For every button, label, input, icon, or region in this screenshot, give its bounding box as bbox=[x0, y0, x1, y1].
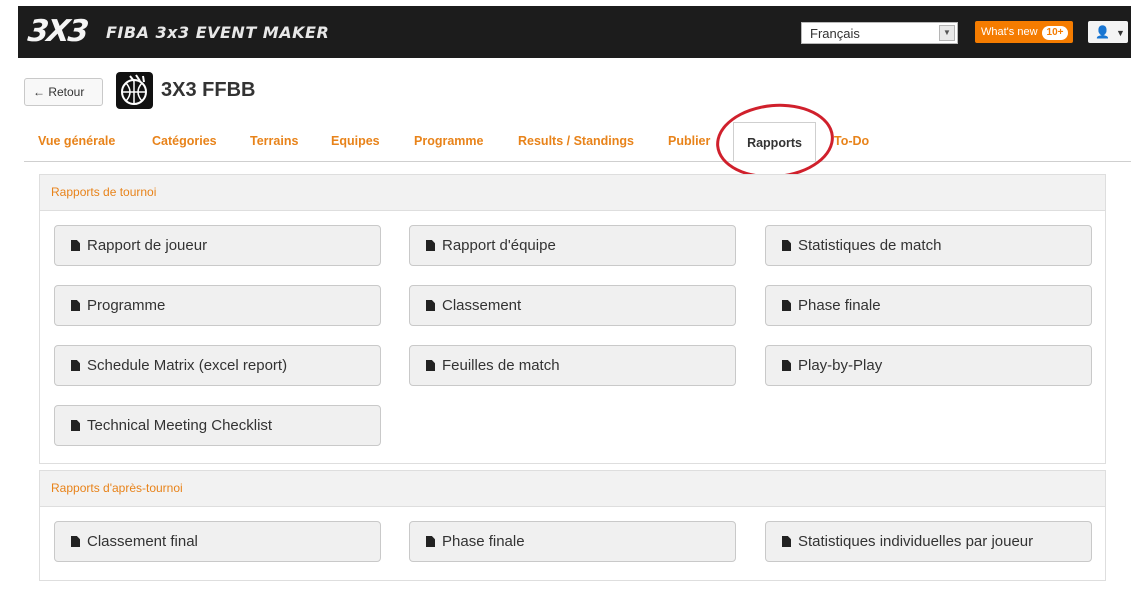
tab-programme[interactable]: Programme bbox=[414, 134, 483, 148]
document-icon bbox=[71, 420, 80, 431]
report-button[interactable]: Rapport de joueur bbox=[54, 225, 381, 266]
panel-title: Rapports de tournoi bbox=[40, 175, 1105, 211]
document-icon bbox=[426, 536, 435, 547]
user-menu-button[interactable]: 👤 ▼ bbox=[1088, 21, 1128, 43]
document-icon bbox=[426, 360, 435, 371]
document-icon bbox=[426, 300, 435, 311]
report-label: Classement bbox=[442, 297, 522, 314]
top-header-bar: 3X3 FIBA 3x3 EVENT MAKER Français ▼ What… bbox=[18, 6, 1131, 58]
tab-results-standings[interactable]: Results / Standings bbox=[518, 134, 634, 148]
document-icon bbox=[782, 240, 791, 251]
report-button[interactable]: Statistiques de match bbox=[765, 225, 1092, 266]
document-icon bbox=[782, 360, 791, 371]
event-title: 3X3 FFBB bbox=[161, 79, 256, 101]
tournament-reports-panel: Rapports de tournoi Rapport de joueur Ra… bbox=[39, 174, 1106, 464]
language-select[interactable]: Français ▼ bbox=[801, 22, 958, 44]
tab-divider bbox=[24, 161, 1131, 162]
report-label: Rapport de joueur bbox=[87, 237, 208, 254]
fiba-3x3-logo: 3X3 bbox=[26, 14, 89, 49]
chevron-down-icon[interactable]: ▼ bbox=[939, 25, 955, 41]
report-label: Play-by-Play bbox=[798, 357, 883, 374]
event-logo bbox=[116, 72, 153, 109]
report-button[interactable]: Schedule Matrix (excel report) bbox=[54, 345, 381, 386]
report-button[interactable]: Technical Meeting Checklist bbox=[54, 405, 381, 446]
report-label: Classement final bbox=[87, 533, 198, 550]
app-title: FIBA 3x3 EVENT MAKER bbox=[106, 23, 330, 42]
report-label: Feuilles de match bbox=[442, 357, 560, 374]
panel-title: Rapports d'après-tournoi bbox=[40, 471, 1105, 507]
report-label: Programme bbox=[87, 297, 166, 314]
tab-terrains[interactable]: Terrains bbox=[250, 134, 298, 148]
document-icon bbox=[71, 240, 80, 251]
report-button[interactable]: Classement bbox=[409, 285, 736, 326]
tab-publier[interactable]: Publier bbox=[668, 134, 710, 148]
whats-new-button[interactable]: What's new 10+ bbox=[975, 21, 1073, 43]
report-label: Phase finale bbox=[798, 297, 881, 314]
whats-new-label: What's new bbox=[981, 26, 1038, 38]
report-button[interactable]: Statistiques individuelles par joueur bbox=[765, 521, 1092, 562]
chevron-down-icon: ▼ bbox=[1115, 28, 1125, 38]
tab-vue-generale[interactable]: Vue générale bbox=[38, 134, 115, 148]
report-button[interactable]: Play-by-Play bbox=[765, 345, 1092, 386]
document-icon bbox=[782, 536, 791, 547]
post-tournament-reports-panel: Rapports d'après-tournoi Classement fina… bbox=[39, 470, 1106, 581]
back-button[interactable]: ← Retour bbox=[24, 78, 103, 106]
tab-categories[interactable]: Catégories bbox=[152, 134, 217, 148]
document-icon bbox=[782, 300, 791, 311]
report-label: Schedule Matrix (excel report) bbox=[87, 357, 288, 374]
report-label: Phase finale bbox=[442, 533, 525, 550]
tab-equipes[interactable]: Equipes bbox=[331, 134, 380, 148]
user-icon: 👤 bbox=[1095, 25, 1110, 39]
tab-to-do[interactable]: To-Do bbox=[834, 134, 869, 148]
report-label: Technical Meeting Checklist bbox=[87, 417, 273, 434]
report-button[interactable]: Programme bbox=[54, 285, 381, 326]
report-button[interactable]: Rapport d'équipe bbox=[409, 225, 736, 266]
report-label: Rapport d'équipe bbox=[442, 237, 556, 254]
language-select-value: Français bbox=[810, 26, 860, 41]
document-icon bbox=[71, 300, 80, 311]
document-icon bbox=[426, 240, 435, 251]
document-icon bbox=[71, 536, 80, 547]
report-label: Statistiques de match bbox=[798, 237, 942, 254]
report-button[interactable]: Classement final bbox=[54, 521, 381, 562]
tab-bar: Vue générale Catégories Terrains Equipes… bbox=[0, 122, 1136, 162]
report-button[interactable]: Feuilles de match bbox=[409, 345, 736, 386]
tab-rapports[interactable]: Rapports bbox=[733, 122, 816, 162]
whats-new-count-badge: 10+ bbox=[1041, 26, 1069, 40]
report-button[interactable]: Phase finale bbox=[409, 521, 736, 562]
document-icon bbox=[71, 360, 80, 371]
report-button[interactable]: Phase finale bbox=[765, 285, 1092, 326]
report-label: Statistiques individuelles par joueur bbox=[798, 533, 1034, 550]
